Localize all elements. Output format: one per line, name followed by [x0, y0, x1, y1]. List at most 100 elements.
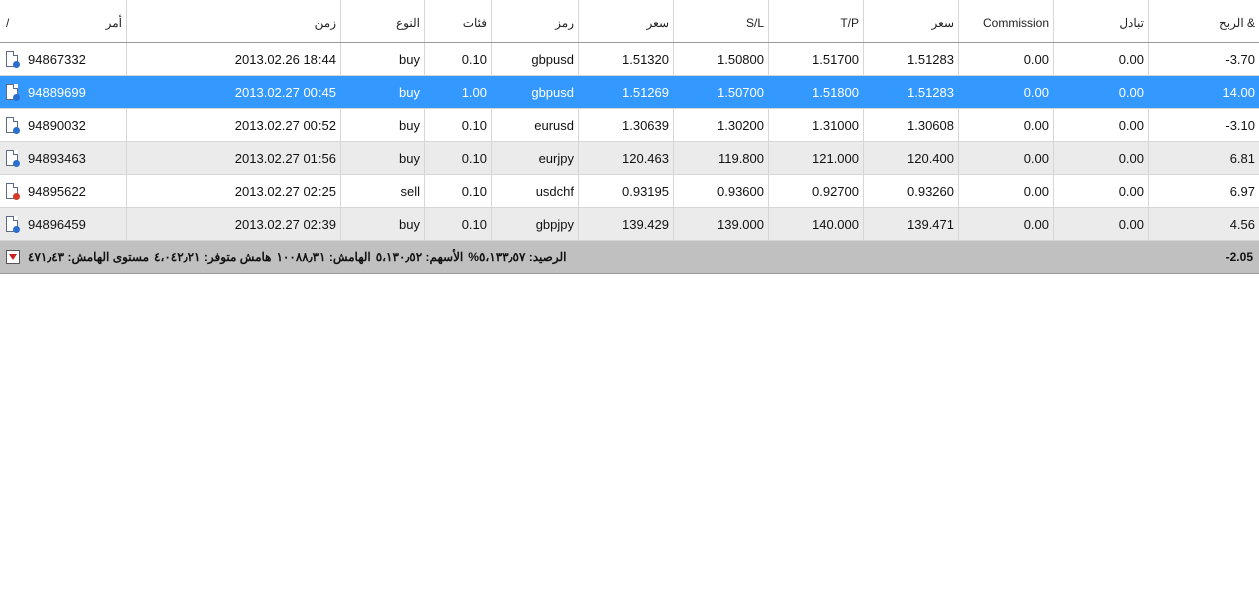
tp-cell: 1.31000: [769, 109, 864, 141]
order-cell: 94896459: [0, 208, 127, 240]
commission-cell: 0.00: [959, 208, 1054, 240]
price-open-cell: 120.463: [579, 142, 674, 174]
buy-order-icon: [6, 117, 20, 134]
order-number: 94889699: [28, 84, 86, 100]
sl-cell: 1.50700: [674, 76, 769, 108]
sort-indicator: /: [6, 16, 10, 30]
tp-cell: 121.000: [769, 142, 864, 174]
lots-cell: 0.10: [425, 109, 492, 141]
profit-cell: 4.56: [1229, 216, 1255, 232]
type-cell: buy: [341, 76, 425, 108]
buy-order-icon: [6, 150, 20, 167]
column-header-order-label: أمر: [105, 16, 122, 30]
swap-cell: 0.00: [1054, 43, 1149, 75]
total-profit: -2.05: [1225, 250, 1253, 264]
lots-cell: 0.10: [425, 43, 492, 75]
lots-cell: 0.10: [425, 142, 492, 174]
table-row[interactable]: 94867332 2013.02.26 18:44 buy 0.10 gbpus…: [0, 43, 1259, 76]
buy-order-icon: [6, 216, 20, 233]
column-header-commission[interactable]: Commission: [959, 0, 1054, 42]
table-row[interactable]: 94893463 2013.02.27 01:56 buy 0.10 eurjp…: [0, 142, 1259, 175]
type-cell: buy: [341, 142, 425, 174]
order-number: 94896459: [28, 216, 86, 232]
column-header-sl[interactable]: S/L: [674, 0, 769, 42]
free-margin: هامش متوفر: ٤،٠٤٢٫٢١: [154, 250, 272, 264]
column-header-type[interactable]: النوع: [341, 0, 425, 42]
column-header-lots[interactable]: فئات: [425, 0, 492, 42]
column-header-profit[interactable]: الربح &: [1149, 0, 1259, 42]
sl-cell: 0.93600: [674, 175, 769, 207]
type-cell: sell: [341, 175, 425, 207]
price-current-cell: 0.93260: [864, 175, 959, 207]
symbol-cell: eurjpy: [492, 142, 579, 174]
time-cell: 2013.02.26 18:44: [127, 43, 341, 75]
table-row[interactable]: 94890032 2013.02.27 00:52 buy 0.10 eurus…: [0, 109, 1259, 142]
time-cell: 2013.02.27 01:56: [127, 142, 341, 174]
table-row[interactable]: 94895622 2013.02.27 02:25 sell 0.10 usdc…: [0, 175, 1259, 208]
sl-cell: 1.30200: [674, 109, 769, 141]
time-cell: 2013.02.27 00:52: [127, 109, 341, 141]
symbol-cell: usdchf: [492, 175, 579, 207]
balance: %الرصيد: ٥،١٣٣٫٥٧: [468, 250, 567, 264]
commission-cell: 0.00: [959, 175, 1054, 207]
account-summary-bar: مستوى الهامش: ٤٧١٫٤٣ هامش متوفر: ٤،٠٤٢٫٢…: [0, 241, 1259, 274]
margin: الهامش: ١٠٠٨٨٫٣١: [276, 250, 371, 264]
swap-cell: 0.00: [1054, 175, 1149, 207]
price-open-cell: 1.51320: [579, 43, 674, 75]
tp-cell: 140.000: [769, 208, 864, 240]
table-row[interactable]: 94896459 2013.02.27 02:39 buy 0.10 gbpjp…: [0, 208, 1259, 241]
type-cell: buy: [341, 208, 425, 240]
price-current-cell: 1.30608: [864, 109, 959, 141]
time-cell: 2013.02.27 02:25: [127, 175, 341, 207]
column-header-price-current[interactable]: سعر: [864, 0, 959, 42]
sell-order-icon: [6, 183, 20, 200]
price-current-cell: 139.471: [864, 208, 959, 240]
type-cell: buy: [341, 109, 425, 141]
swap-cell: 0.00: [1054, 109, 1149, 141]
commission-cell: 0.00: [959, 142, 1054, 174]
price-open-cell: 1.30639: [579, 109, 674, 141]
order-number: 94895622: [28, 183, 86, 199]
column-header-time[interactable]: زمن: [127, 0, 341, 42]
order-cell: 94893463: [0, 142, 127, 174]
swap-cell: 0.00: [1054, 76, 1149, 108]
symbol-cell: eurusd: [492, 109, 579, 141]
table-header: / أمر زمن النوع فئات رمز سعر S/L T/P سعر…: [0, 0, 1259, 43]
profit-cell: 6.81: [1229, 150, 1255, 166]
symbol-cell: gbpjpy: [492, 208, 579, 240]
column-header-tp[interactable]: T/P: [769, 0, 864, 42]
price-current-cell: 1.51283: [864, 43, 959, 75]
sl-cell: 1.50800: [674, 43, 769, 75]
table-row-selected[interactable]: 94889699 2013.02.27 00:45 buy 1.00 gbpus…: [0, 76, 1259, 109]
profit-cell: -3.70: [1225, 51, 1255, 67]
profit-cell: -3.10: [1225, 117, 1255, 133]
tp-cell: 1.51700: [769, 43, 864, 75]
swap-cell: 0.00: [1054, 142, 1149, 174]
symbol-cell: gbpusd: [492, 76, 579, 108]
lots-cell: 1.00: [425, 76, 492, 108]
order-cell: 94890032: [0, 109, 127, 141]
tp-cell: 0.92700: [769, 175, 864, 207]
symbol-cell: gbpusd: [492, 43, 579, 75]
column-header-order[interactable]: / أمر: [0, 0, 127, 42]
down-arrow-icon[interactable]: [6, 250, 20, 264]
equity: الأسهم: ٥،١٣٠٫٥٢: [375, 250, 464, 264]
column-header-swap[interactable]: تبادل: [1054, 0, 1149, 42]
commission-cell: 0.00: [959, 76, 1054, 108]
column-header-price-open[interactable]: سعر: [579, 0, 674, 42]
order-number: 94890032: [28, 117, 86, 133]
sl-cell: 139.000: [674, 208, 769, 240]
type-cell: buy: [341, 43, 425, 75]
time-cell: 2013.02.27 02:39: [127, 208, 341, 240]
lots-cell: 0.10: [425, 208, 492, 240]
profit-cell: 14.00: [1222, 84, 1255, 100]
order-cell: 94895622: [0, 175, 127, 207]
buy-order-icon: [6, 51, 20, 68]
price-open-cell: 1.51269: [579, 76, 674, 108]
order-cell: 94867332: [0, 43, 127, 75]
account-summary-text: مستوى الهامش: ٤٧١٫٤٣ هامش متوفر: ٤،٠٤٢٫٢…: [0, 250, 571, 264]
margin-level: مستوى الهامش: ٤٧١٫٤٣: [28, 250, 150, 264]
trade-terminal-table: / أمر زمن النوع فئات رمز سعر S/L T/P سعر…: [0, 0, 1259, 274]
commission-cell: 0.00: [959, 109, 1054, 141]
column-header-symbol[interactable]: رمز: [492, 0, 579, 42]
